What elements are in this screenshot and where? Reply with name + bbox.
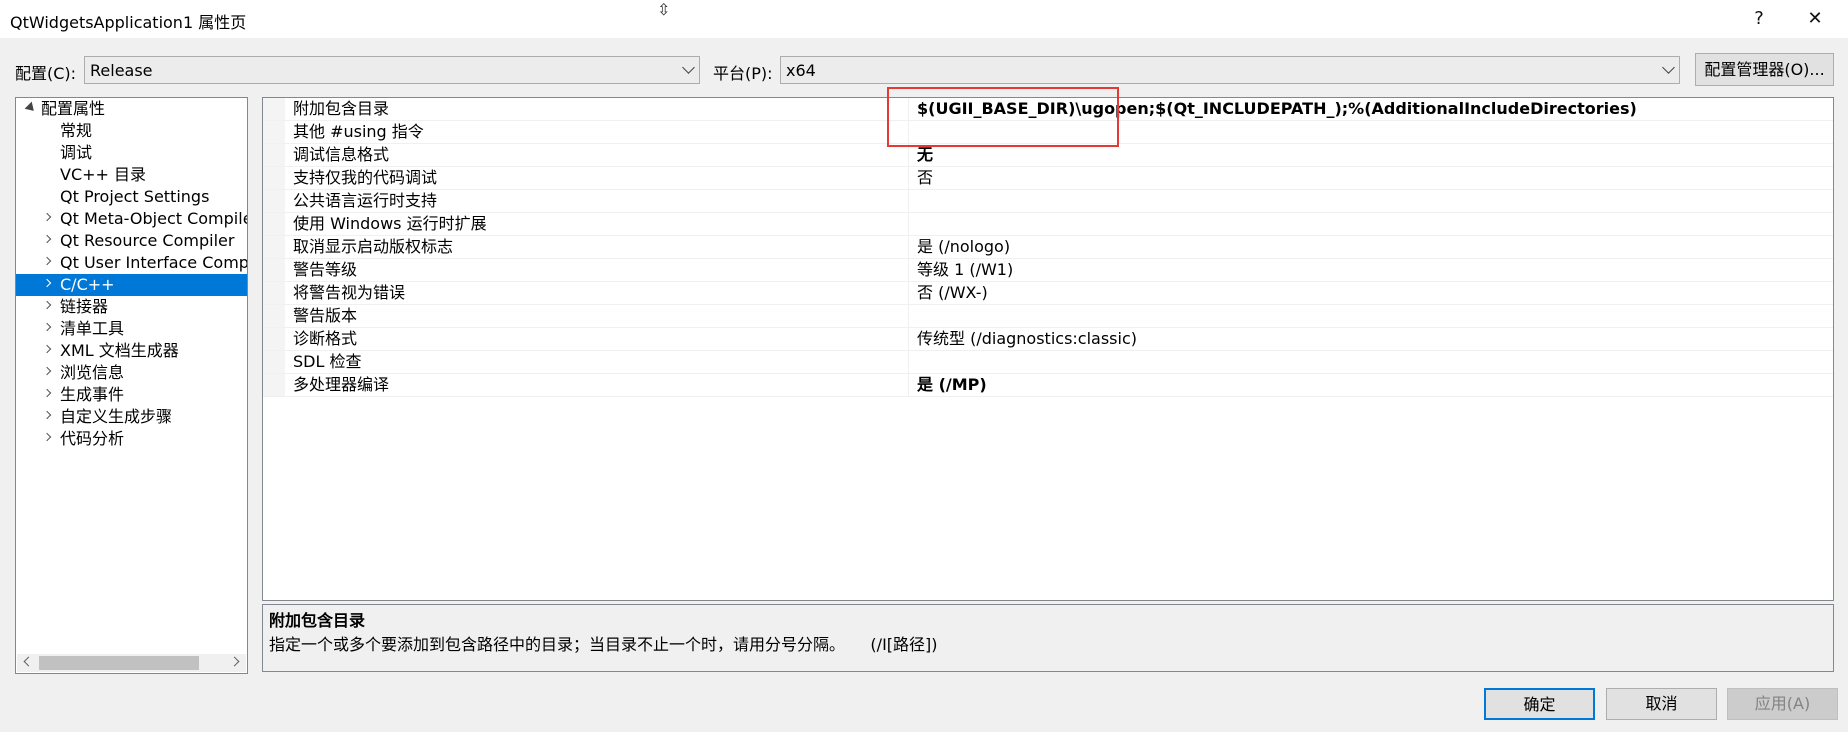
- tree-item-build-events[interactable]: 生成事件: [16, 384, 247, 406]
- grid-row[interactable]: 调试信息格式 无: [263, 144, 1833, 167]
- scroll-right-icon[interactable]: [229, 656, 240, 667]
- tree-item-browse-info[interactable]: 浏览信息: [16, 362, 247, 384]
- collapsed-triangle-icon[interactable]: [42, 256, 52, 266]
- tree-item-qt-project-settings[interactable]: Qt Project Settings: [16, 186, 247, 208]
- highlight-box: [887, 87, 1119, 147]
- window-title: QtWidgetsApplication1 属性页: [10, 13, 247, 32]
- expanded-triangle-icon[interactable]: [24, 101, 38, 115]
- property-name: 警告版本: [293, 306, 358, 325]
- tree-item-manifest-tool[interactable]: 清单工具: [16, 318, 247, 340]
- config-label: 配置(C):: [15, 64, 77, 83]
- cancel-button[interactable]: 取消: [1606, 688, 1717, 720]
- tree-item-c-cpp[interactable]: C/C++: [16, 274, 247, 296]
- property-value[interactable]: 无: [908, 144, 1817, 166]
- config-select-value: Release: [90, 61, 153, 80]
- config-manager-button[interactable]: 配置管理器(O)...: [1695, 53, 1834, 86]
- tree-item-qt-moc[interactable]: Qt Meta-Object Compiler: [16, 208, 247, 230]
- grid-row[interactable]: 支持仅我的代码调试 否: [263, 167, 1833, 190]
- tree-item-code-analysis[interactable]: 代码分析: [16, 428, 247, 450]
- scroll-left-icon[interactable]: [23, 656, 34, 667]
- property-name: 公共语言运行时支持: [293, 191, 438, 210]
- chevron-down-icon: [682, 61, 695, 74]
- grid-row[interactable]: 多处理器编译 是 (/MP): [263, 374, 1833, 397]
- collapsed-triangle-icon[interactable]: [42, 366, 52, 376]
- property-name: 警告等级: [293, 260, 358, 279]
- property-value[interactable]: [908, 305, 1817, 327]
- grid-row[interactable]: 将警告视为错误 否 (/WX-): [263, 282, 1833, 305]
- property-name: 诊断格式: [293, 329, 358, 348]
- description-text: 指定一个或多个要添加到包含路径中的目录；当目录不止一个时，请用分号分隔。 (/I…: [269, 635, 938, 654]
- property-value[interactable]: [908, 190, 1817, 212]
- grid-row[interactable]: 使用 Windows 运行时扩展: [263, 213, 1833, 236]
- grid-row[interactable]: 警告等级 等级 1 (/W1): [263, 259, 1833, 282]
- collapsed-triangle-icon[interactable]: [42, 388, 52, 398]
- property-name: 将警告视为错误: [293, 283, 406, 302]
- chevron-down-icon: [1662, 61, 1675, 74]
- property-value[interactable]: 是 (/nologo): [908, 236, 1817, 258]
- collapsed-triangle-icon[interactable]: [42, 234, 52, 244]
- tree-item-debugging[interactable]: 调试: [16, 142, 247, 164]
- property-name: SDL 检查: [293, 352, 362, 371]
- property-tree[interactable]: 配置属性 常规 调试 VC++ 目录 Qt Project Settings Q…: [15, 97, 248, 674]
- config-select[interactable]: Release: [84, 56, 700, 84]
- grid-row[interactable]: 取消显示启动版权标志 是 (/nologo): [263, 236, 1833, 259]
- property-name: 附加包含目录: [293, 99, 390, 118]
- collapsed-triangle-icon[interactable]: [42, 300, 52, 310]
- property-name: 取消显示启动版权标志: [293, 237, 454, 256]
- tree-item-vc-directories[interactable]: VC++ 目录: [16, 164, 247, 186]
- platform-label: 平台(P):: [713, 64, 773, 83]
- tree-item-qt-uic[interactable]: Qt User Interface Compile: [16, 252, 247, 274]
- platform-select-value: x64: [786, 61, 816, 80]
- property-value[interactable]: 否 (/WX-): [908, 282, 1817, 304]
- property-name: 其他 #using 指令: [293, 122, 424, 141]
- collapsed-triangle-icon[interactable]: [42, 322, 52, 332]
- tree-item-general[interactable]: 常规: [16, 120, 247, 142]
- apply-button[interactable]: 应用(A): [1727, 688, 1838, 720]
- property-value[interactable]: 等级 1 (/W1): [908, 259, 1817, 281]
- close-button[interactable]: ✕: [1792, 4, 1838, 34]
- property-value[interactable]: [908, 351, 1817, 373]
- tree-item-xml-doc-generator[interactable]: XML 文档生成器: [16, 340, 247, 362]
- title-bar: QtWidgetsApplication1 属性页 ⇳ ? ✕: [0, 0, 1848, 38]
- grid-row[interactable]: 诊断格式 传统型 (/diagnostics:classic): [263, 328, 1833, 351]
- platform-select[interactable]: x64: [780, 56, 1680, 84]
- tree-item-custom-build-step[interactable]: 自定义生成步骤: [16, 406, 247, 428]
- property-value[interactable]: 是 (/MP): [908, 374, 1817, 396]
- collapsed-triangle-icon[interactable]: [42, 410, 52, 420]
- property-value[interactable]: [908, 213, 1817, 235]
- tree-item-config-properties[interactable]: 配置属性: [16, 98, 247, 120]
- scrollbar-thumb[interactable]: [39, 656, 199, 670]
- property-name: 调试信息格式: [293, 145, 390, 164]
- grid-row[interactable]: 警告版本: [263, 305, 1833, 328]
- property-value[interactable]: 传统型 (/diagnostics:classic): [908, 328, 1817, 350]
- help-button[interactable]: ?: [1736, 4, 1782, 34]
- description-panel: 附加包含目录 指定一个或多个要添加到包含路径中的目录；当目录不止一个时，请用分号…: [262, 604, 1834, 672]
- tree-horizontal-scrollbar[interactable]: [17, 654, 246, 672]
- ok-button[interactable]: 确定: [1484, 688, 1595, 720]
- property-name: 使用 Windows 运行时扩展: [293, 214, 487, 233]
- grid-row[interactable]: SDL 检查: [263, 351, 1833, 374]
- collapsed-triangle-icon[interactable]: [42, 278, 52, 288]
- property-grid[interactable]: 附加包含目录 $(UGII_BASE_DIR)\ugopen;$(Qt_INCLU…: [262, 97, 1834, 601]
- property-value[interactable]: 否: [908, 167, 1817, 189]
- collapsed-triangle-icon[interactable]: [42, 344, 52, 354]
- tree-item-qt-rcc[interactable]: Qt Resource Compiler: [16, 230, 247, 252]
- property-name: 多处理器编译: [293, 375, 390, 394]
- description-title: 附加包含目录: [269, 611, 366, 630]
- grid-row[interactable]: 公共语言运行时支持: [263, 190, 1833, 213]
- tree-item-linker[interactable]: 链接器: [16, 296, 247, 318]
- collapsed-triangle-icon[interactable]: [42, 212, 52, 222]
- collapsed-triangle-icon[interactable]: [42, 432, 52, 442]
- property-name: 支持仅我的代码调试: [293, 168, 438, 187]
- move-cursor-icon: ⇳: [657, 0, 671, 19]
